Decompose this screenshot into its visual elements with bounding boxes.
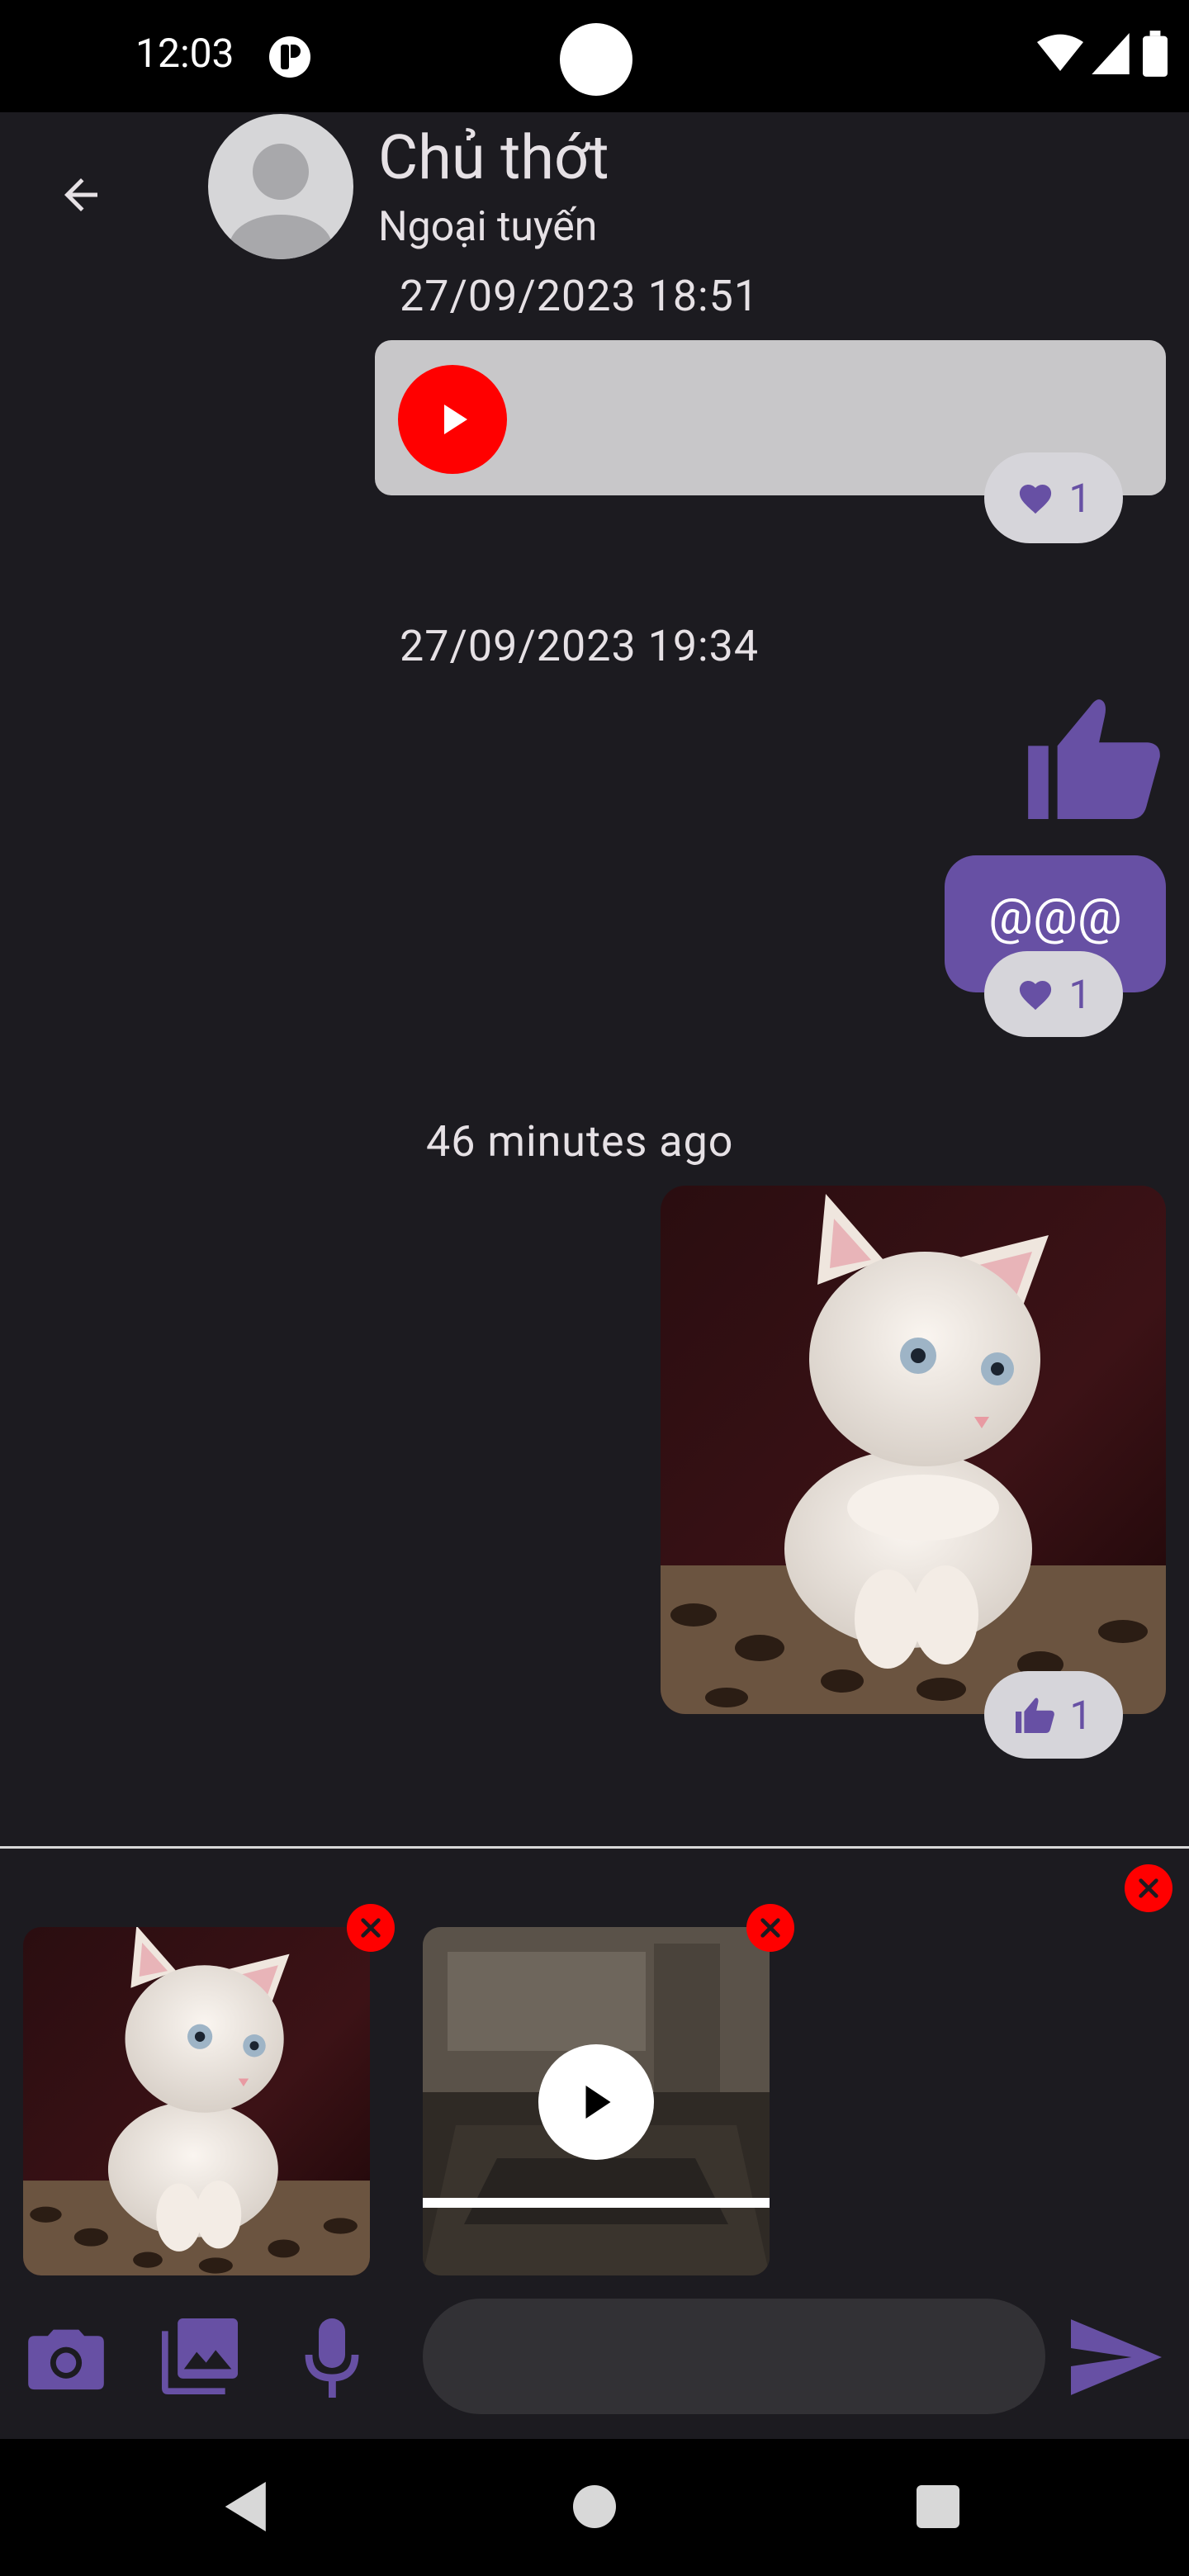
back-button[interactable]	[48, 162, 114, 228]
thumbs-up-icon[interactable]	[1027, 695, 1164, 819]
wifi-icon	[1037, 34, 1083, 71]
image-message[interactable]	[661, 1186, 1166, 1714]
battery-icon	[1143, 31, 1168, 77]
divider	[0, 1846, 1189, 1849]
message-timestamp: 27/09/2023 19:34	[400, 621, 760, 671]
message-text: @@@	[988, 887, 1122, 945]
video-progress-fill	[423, 2198, 770, 2208]
send-icon	[1071, 2319, 1162, 2395]
avatar[interactable]	[208, 114, 353, 259]
reaction-chip[interactable]: 1	[984, 1671, 1123, 1759]
close-icon	[361, 1918, 381, 1938]
kitten-photo	[661, 1186, 1166, 1714]
gallery-button[interactable]	[159, 2315, 241, 2398]
close-icon	[1139, 1878, 1158, 1898]
close-icon	[760, 1918, 780, 1938]
arrow-back-icon	[64, 178, 97, 211]
microphone-icon	[305, 2318, 359, 2398]
youtube-play-button[interactable]	[398, 365, 507, 474]
play-icon	[585, 2086, 611, 2119]
reaction-chip[interactable]: 1	[984, 452, 1123, 543]
microphone-button[interactable]	[294, 2315, 370, 2401]
video-progress-track[interactable]	[423, 2198, 770, 2208]
message-timestamp: 27/09/2023 18:51	[400, 271, 760, 321]
camera-button[interactable]	[25, 2318, 107, 2398]
clear-attachments-button[interactable]	[1125, 1864, 1172, 1912]
attachment-image[interactable]	[23, 1927, 370, 2275]
contact-name[interactable]: Chủ thớt	[378, 122, 609, 194]
nav-home-icon[interactable]	[573, 2485, 616, 2528]
kitten-photo	[23, 1927, 370, 2275]
remove-attachment-button[interactable]	[347, 1904, 395, 1952]
video-play-button[interactable]	[538, 2044, 654, 2160]
heart-icon	[1019, 980, 1051, 1011]
nav-recents-icon[interactable]	[917, 2485, 959, 2528]
reaction-count: 1	[1068, 474, 1092, 522]
message-timestamp: 46 minutes ago	[426, 1116, 734, 1167]
attachment-video[interactable]	[423, 1927, 770, 2275]
contact-status: Ngoại tuyến	[378, 203, 598, 251]
remove-attachment-button[interactable]	[746, 1904, 794, 1952]
status-time: 12:03	[135, 30, 234, 77]
thumbs-up-icon	[1015, 1698, 1054, 1733]
nav-back-icon[interactable]	[225, 2482, 271, 2531]
photo-library-icon	[162, 2318, 238, 2394]
camera-cutout	[560, 23, 632, 96]
reaction-chip[interactable]: 1	[984, 951, 1123, 1037]
play-icon	[444, 405, 467, 434]
person-icon	[230, 144, 332, 259]
camera-icon	[28, 2329, 104, 2390]
message-input[interactable]	[423, 2299, 1045, 2414]
send-button[interactable]	[1067, 2312, 1166, 2403]
signal-icon	[1092, 33, 1130, 74]
reaction-count: 1	[1069, 1691, 1092, 1739]
reaction-count: 1	[1068, 970, 1092, 1018]
heart-icon	[1019, 484, 1051, 514]
notification-icon	[269, 36, 310, 78]
